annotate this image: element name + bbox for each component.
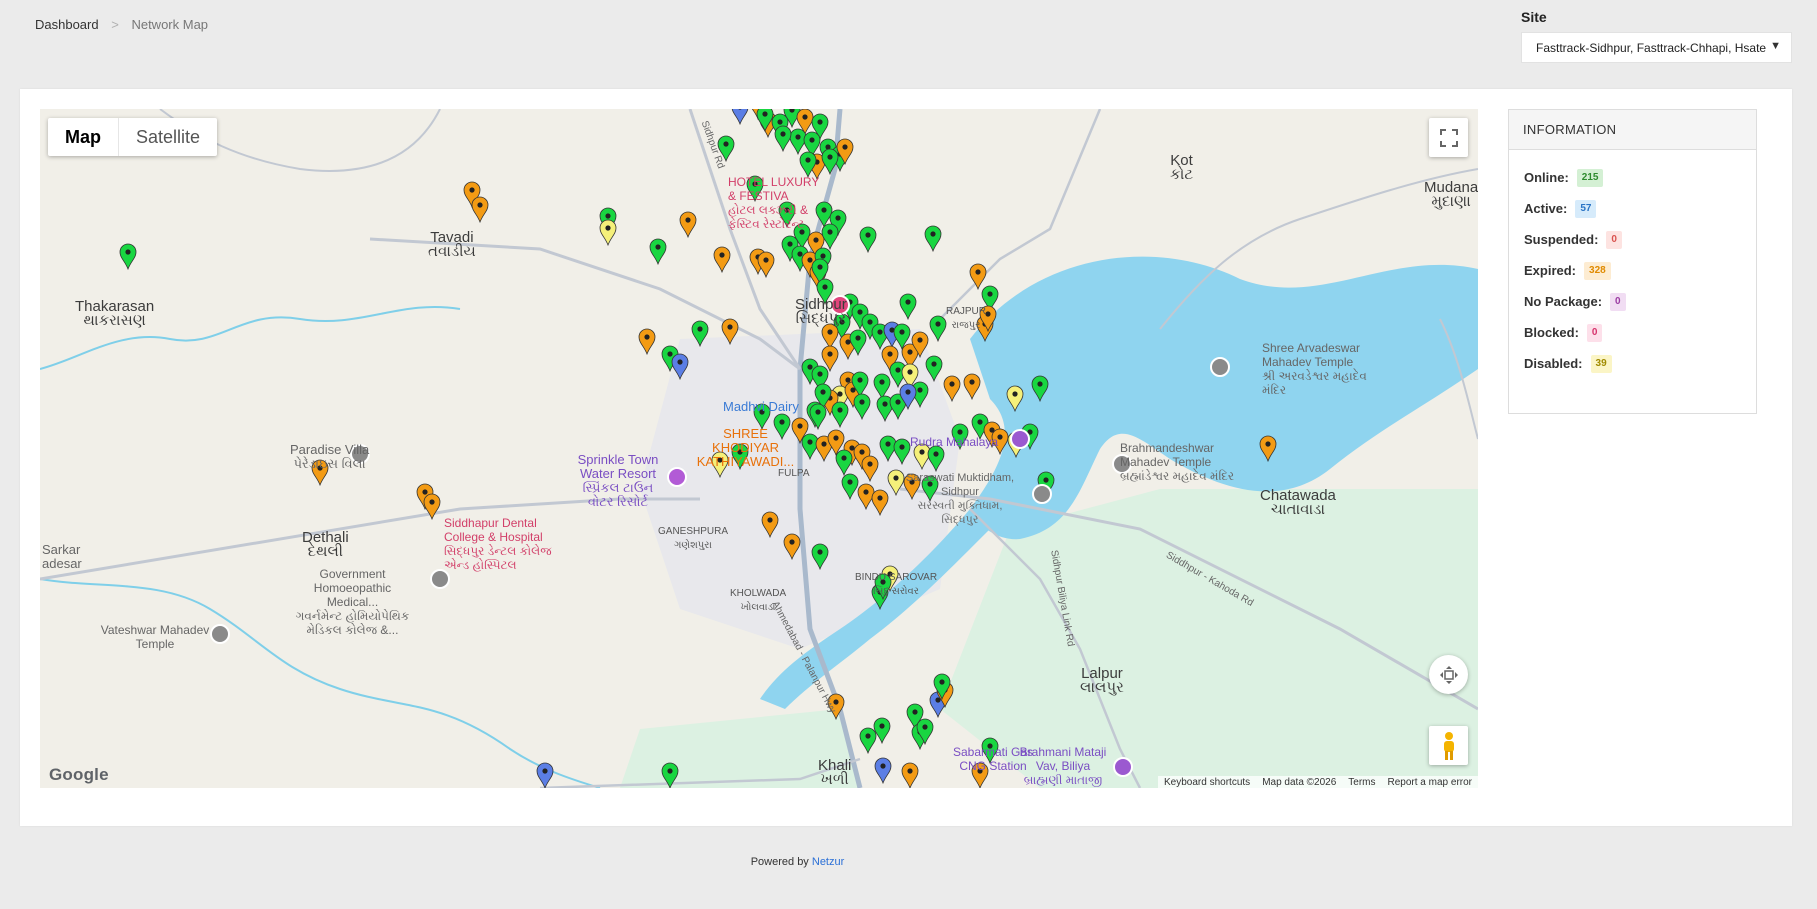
map-marker[interactable] (816, 278, 834, 306)
footer: Powered by Netzur (0, 856, 1595, 868)
map-marker[interactable] (799, 151, 817, 179)
map-marker[interactable] (774, 125, 792, 153)
stream (40, 578, 601, 788)
network-map[interactable]: Kot કોટ Mudana મુદાણા Tavadi તવાડીય Thakara… (40, 109, 1478, 788)
fullscreen-icon (1439, 128, 1458, 147)
map-marker[interactable] (311, 459, 329, 487)
poi-marker-icon[interactable] (1210, 357, 1230, 377)
info-row-suspended: Suspended: 0 (1524, 224, 1741, 255)
footer-netzur-link[interactable]: Netzur (812, 856, 844, 868)
map-marker[interactable] (963, 373, 981, 401)
map-type-control: Map Satellite (48, 118, 218, 156)
map-marker[interactable] (746, 175, 764, 203)
information-panel: INFORMATION Online: 215 Active: 57 Suspend… (1508, 109, 1757, 414)
breadcrumb-dashboard-link[interactable]: Dashboard (35, 17, 99, 32)
camera-control-button[interactable] (1429, 655, 1468, 694)
poi-marker-icon[interactable] (830, 295, 850, 315)
map-marker[interactable] (859, 226, 877, 254)
info-row-no-package: No Package: 0 (1524, 286, 1741, 317)
info-row-disabled: Disabled: 39 (1524, 348, 1741, 379)
map-marker[interactable] (119, 243, 137, 271)
map-data-text: Map data ©2026 (1262, 777, 1337, 788)
map-marker[interactable] (717, 135, 735, 163)
info-label: Disabled: (1524, 356, 1583, 371)
page: Dashboard > Network Map Site Fasttrack-S… (0, 0, 1817, 909)
map-marker[interactable] (859, 727, 877, 755)
breadcrumb: Dashboard > Network Map (35, 17, 208, 32)
map-type-satellite-button[interactable]: Satellite (119, 118, 217, 156)
map-marker[interactable] (899, 293, 917, 321)
status-badge: 39 (1590, 354, 1612, 373)
info-label: No Package: (1524, 294, 1603, 309)
map-marker[interactable] (638, 328, 656, 356)
map-marker[interactable] (929, 315, 947, 343)
map-marker[interactable] (924, 225, 942, 253)
map-marker[interactable] (901, 762, 919, 788)
info-row-active: Active: 57 (1524, 193, 1741, 224)
map-marker[interactable] (599, 219, 617, 247)
information-list: Online: 215 Active: 57 Suspended: 0 Expired… (1509, 150, 1756, 379)
poi-marker-icon[interactable] (1113, 757, 1133, 777)
map-marker[interactable] (679, 211, 697, 239)
status-badge: 0 (1610, 292, 1626, 311)
info-row-online: Online: 215 (1524, 162, 1741, 193)
site-label: Site (1521, 9, 1547, 25)
map-marker[interactable] (873, 717, 891, 745)
poi-marker-icon[interactable] (667, 467, 687, 487)
map-marker[interactable] (757, 251, 775, 279)
map-marker[interactable] (778, 201, 796, 229)
map-marker[interactable] (874, 757, 892, 785)
camera-move-icon (1439, 665, 1458, 684)
status-badge: 215 (1576, 168, 1604, 187)
map-marker[interactable] (821, 223, 839, 251)
site-select-value: Fasttrack-Sidhpur, Fasttrack-Chhapi, Hsa… (1536, 41, 1767, 55)
poi-marker-icon[interactable] (430, 569, 450, 589)
info-label: Active: (1524, 201, 1568, 216)
poi-marker-icon[interactable] (1032, 484, 1052, 504)
status-badge: 328 (1584, 261, 1611, 280)
map-marker[interactable] (731, 109, 749, 126)
poi-marker-icon[interactable] (350, 444, 370, 464)
map-base-layer (40, 109, 1478, 788)
map-marker[interactable] (649, 238, 667, 266)
info-row-blocked: Blocked: 0 (1524, 317, 1741, 348)
info-label: Suspended: (1524, 232, 1599, 247)
fullscreen-button[interactable] (1429, 118, 1468, 157)
info-label: Expired: (1524, 263, 1577, 278)
keyboard-shortcuts-link[interactable]: Keyboard shortcuts (1164, 776, 1250, 788)
chevron-down-icon[interactable]: ▼ (1767, 40, 1781, 52)
map-marker[interactable] (789, 128, 807, 156)
footer-prefix: Powered by (750, 856, 809, 868)
map-marker[interactable] (536, 762, 554, 788)
poi-marker-icon[interactable] (210, 624, 230, 644)
green-area (620, 709, 860, 788)
poi-marker-icon[interactable] (1112, 454, 1132, 474)
status-badge: 57 (1575, 199, 1597, 218)
road (40, 497, 700, 581)
breadcrumb-current: Network Map (131, 17, 209, 32)
status-badge: 0 (1606, 230, 1622, 249)
map-marker[interactable] (981, 737, 999, 765)
google-logo: Google (49, 765, 109, 784)
breadcrumb-separator: > (111, 17, 119, 32)
map-marker[interactable] (971, 762, 989, 788)
map-marker[interactable] (713, 246, 731, 274)
info-label: Online: (1524, 170, 1569, 185)
terms-link[interactable]: Terms (1348, 776, 1375, 788)
map-type-map-button[interactable]: Map (48, 118, 119, 156)
info-row-expired: Expired: 328 (1524, 255, 1741, 286)
street-view-button[interactable] (1429, 726, 1468, 765)
report-error-link[interactable]: Report a map error (1388, 776, 1472, 788)
pegman-icon (1443, 731, 1454, 760)
site-select[interactable]: Fasttrack-Sidhpur, Fasttrack-Chhapi, Hsa… (1521, 32, 1792, 63)
stream (40, 305, 461, 370)
information-title: INFORMATION (1509, 110, 1756, 150)
status-badge: 0 (1586, 323, 1603, 342)
info-label: Blocked: (1524, 325, 1579, 340)
poi-marker-icon[interactable] (1010, 429, 1030, 449)
map-attribution: Keyboard shortcuts Map data ©2026 Terms … (1158, 776, 1478, 788)
map-marker[interactable] (471, 196, 489, 224)
map-marker[interactable] (943, 375, 961, 403)
